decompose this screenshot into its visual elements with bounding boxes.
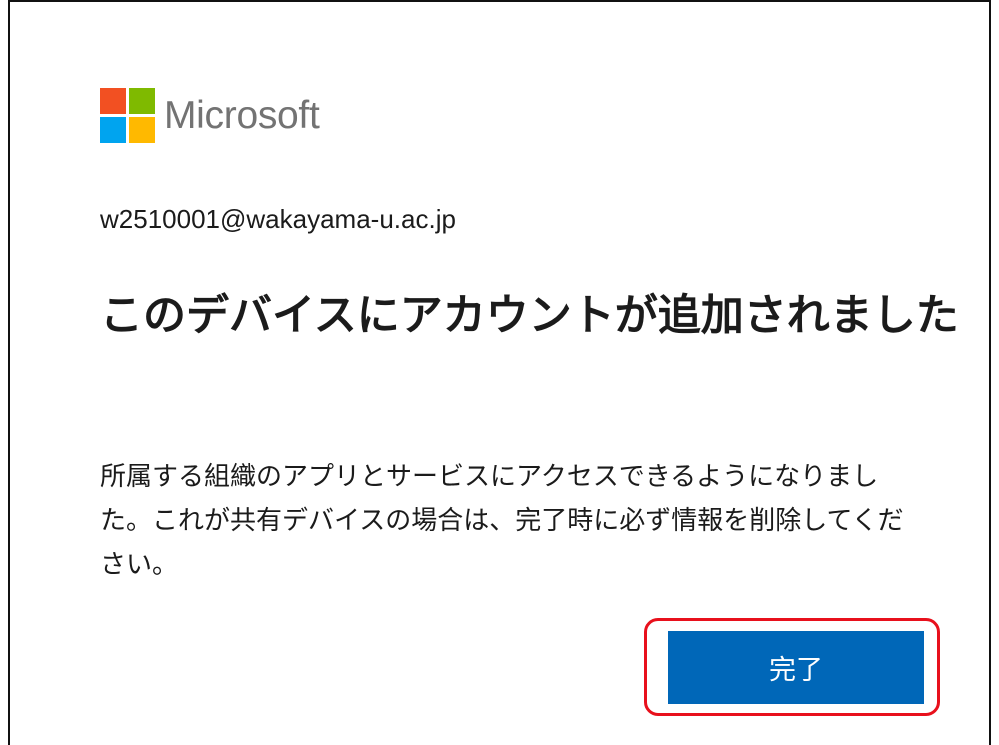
microsoft-logo: Microsoft bbox=[100, 88, 320, 143]
logo-square-red bbox=[100, 88, 126, 114]
done-button[interactable]: 完了 bbox=[668, 631, 924, 704]
logo-square-blue bbox=[100, 117, 126, 143]
logo-text: Microsoft bbox=[164, 93, 320, 137]
dialog-description: 所属する組織のアプリとサービスにアクセスできるようになりました。これが共有デバイ… bbox=[100, 462, 904, 580]
account-email: w2510001@wakayama-u.ac.jp bbox=[100, 204, 456, 234]
dialog-title: このデバイスにアカウントが追加されました bbox=[100, 291, 959, 341]
logo-square-yellow bbox=[129, 117, 155, 143]
logo-square-green bbox=[129, 88, 155, 114]
microsoft-logo-icon bbox=[100, 88, 155, 143]
